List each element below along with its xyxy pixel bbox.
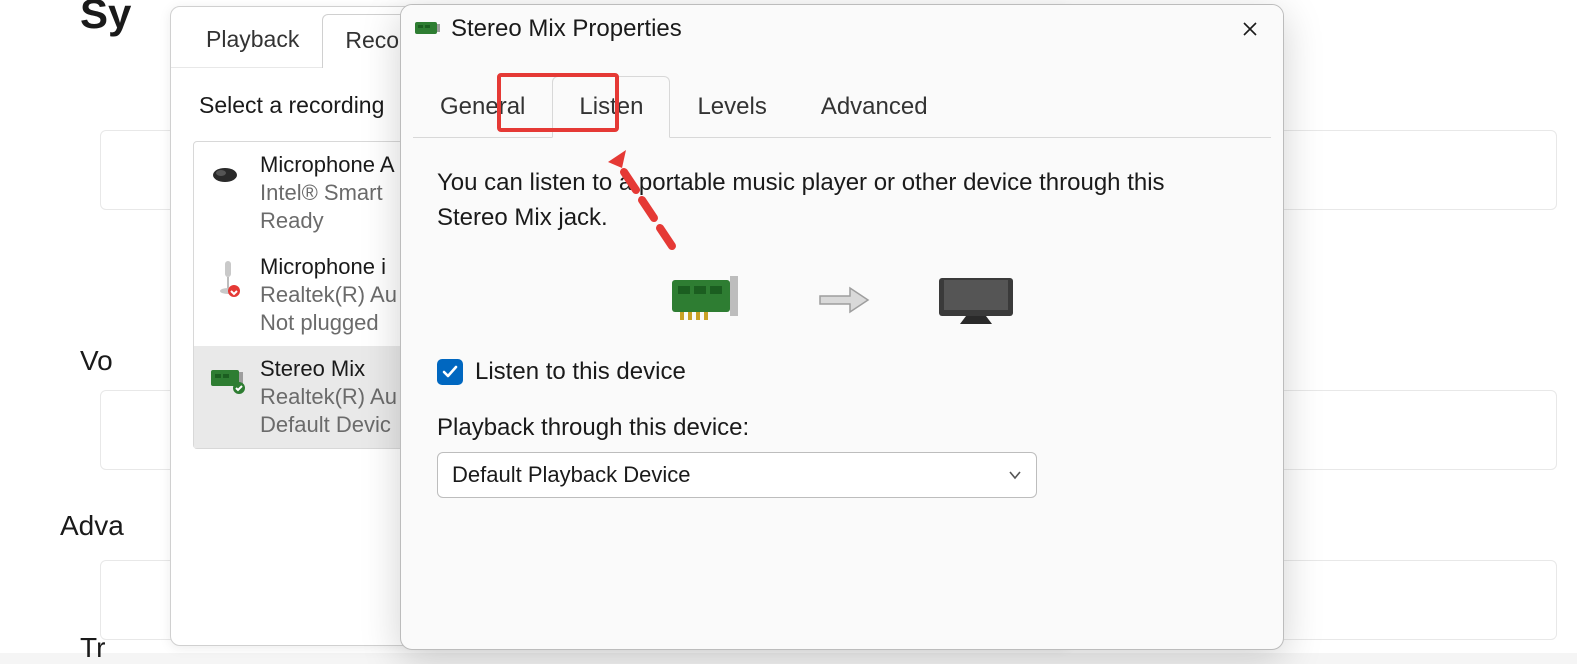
device-sub: Intel® Smart bbox=[260, 180, 395, 206]
bg-label-vo: Vo bbox=[80, 345, 113, 377]
bg-label-tr: Tr bbox=[80, 632, 105, 664]
check-icon bbox=[441, 363, 459, 381]
device-name: Microphone i bbox=[260, 254, 397, 280]
window-title: Stereo Mix Properties bbox=[451, 15, 682, 43]
device-status: Ready bbox=[260, 208, 395, 234]
bg-label-adv: Adva bbox=[60, 510, 124, 542]
close-icon bbox=[1242, 21, 1258, 37]
device-sub: Realtek(R) Au bbox=[260, 384, 397, 410]
microphone-icon bbox=[208, 152, 248, 200]
tab-advanced[interactable]: Advanced bbox=[794, 76, 955, 137]
properties-window: Stereo Mix Properties General Listen Lev… bbox=[400, 4, 1284, 650]
microphone-stand-icon bbox=[208, 254, 248, 302]
listen-checkbox-label: Listen to this device bbox=[475, 358, 686, 386]
titlebar: Stereo Mix Properties bbox=[401, 5, 1283, 53]
listen-checkbox[interactable] bbox=[437, 359, 463, 385]
close-button[interactable] bbox=[1227, 11, 1273, 47]
monitor-icon bbox=[936, 272, 1016, 328]
playback-device-combo[interactable]: Default Playback Device bbox=[437, 452, 1037, 498]
tab-levels[interactable]: Levels bbox=[670, 76, 793, 137]
combo-value: Default Playback Device bbox=[452, 462, 690, 488]
properties-tabs: General Listen Levels Advanced bbox=[413, 75, 1271, 138]
playback-through-label: Playback through this device: bbox=[437, 414, 1247, 442]
bg-title-partial: Sy bbox=[80, 0, 131, 38]
tab-general[interactable]: General bbox=[413, 76, 552, 137]
device-name: Microphone A bbox=[260, 152, 395, 178]
sound-card-icon bbox=[208, 356, 248, 404]
sound-card-icon bbox=[415, 20, 441, 38]
tab-listen[interactable]: Listen bbox=[552, 76, 670, 138]
device-status: Not plugged bbox=[260, 310, 397, 336]
device-name: Stereo Mix bbox=[260, 356, 397, 382]
device-status: Default Devic bbox=[260, 412, 397, 438]
listen-description: You can listen to a portable music playe… bbox=[437, 166, 1177, 236]
tab-playback[interactable]: Playback bbox=[183, 13, 322, 67]
listen-tab-body: You can listen to a portable music playe… bbox=[401, 138, 1283, 526]
listen-illustration bbox=[437, 272, 1247, 328]
device-sub: Realtek(R) Au bbox=[260, 282, 397, 308]
chevron-down-icon bbox=[1008, 468, 1022, 482]
sound-card-icon bbox=[668, 272, 752, 328]
arrow-right-icon bbox=[816, 282, 872, 318]
